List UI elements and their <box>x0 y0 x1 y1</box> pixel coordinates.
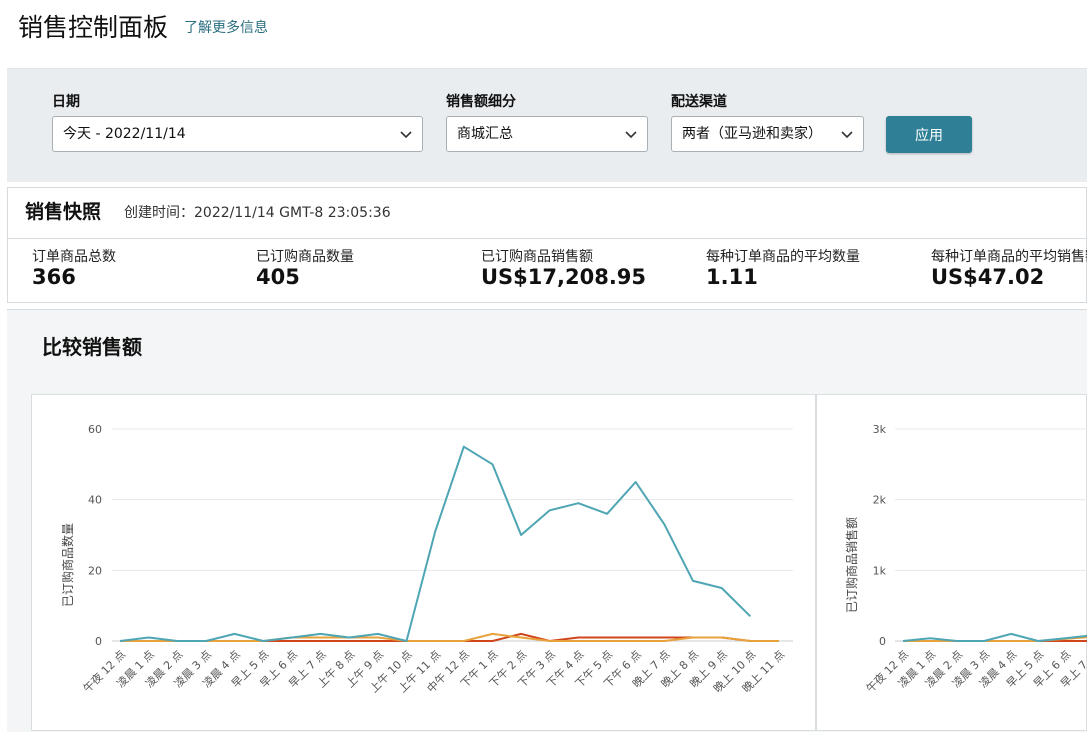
y-tick-label: 2k <box>873 494 887 507</box>
sales-charts-svg: 0204060已订购商品数量午夜 12 点凌晨 1 点凌晨 2 点凌晨 3 点凌… <box>60 423 1087 695</box>
y-tick-label: 1k <box>873 564 887 577</box>
y-tick-label: 60 <box>88 423 102 436</box>
y-tick-label: 0 <box>879 635 886 648</box>
series-line <box>119 445 752 642</box>
y-tick-label: 0 <box>95 635 102 648</box>
y-tick-label: 40 <box>88 494 102 507</box>
y-axis-label: 已订购商品销售额 <box>844 517 859 613</box>
y-tick-label: 3k <box>873 423 887 436</box>
y-tick-label: 20 <box>88 564 102 577</box>
y-axis-label: 已订购商品数量 <box>60 523 75 607</box>
